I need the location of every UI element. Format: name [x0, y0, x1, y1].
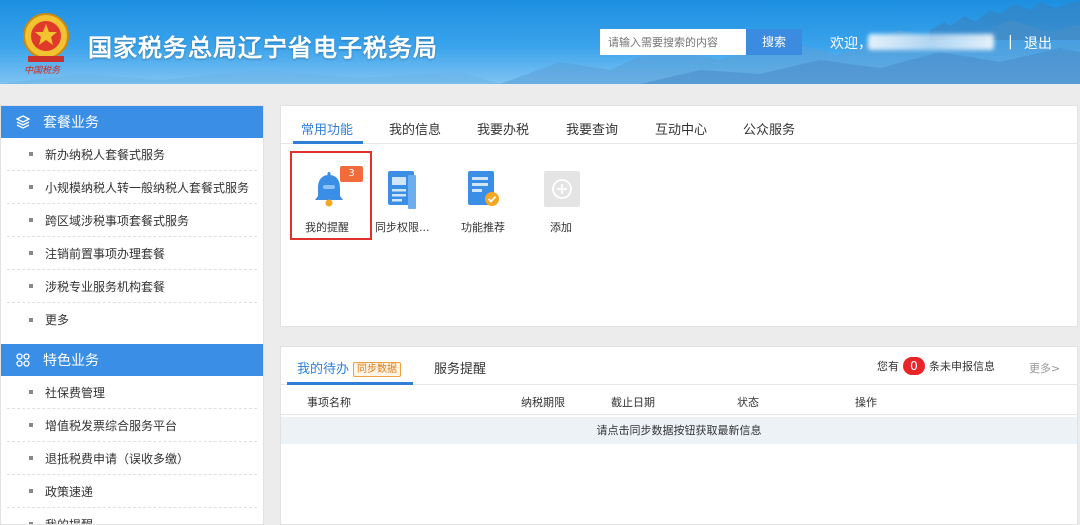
sidebar-item-label: 增值税发票综合服务平台 — [45, 418, 178, 433]
sidebar-item[interactable]: 我的提醒 — [7, 508, 257, 525]
site-title: 国家税务总局辽宁省电子税务局 — [88, 34, 438, 62]
tab-interaction-center[interactable]: 互动中心 — [655, 119, 707, 138]
function-label: 我的提醒 — [305, 221, 349, 234]
sidebar-item[interactable]: 增值税发票综合服务平台 — [7, 409, 257, 442]
document-icon — [388, 171, 416, 209]
active-tab-indicator — [293, 141, 363, 144]
bullet-icon — [29, 218, 33, 222]
search-input[interactable] — [600, 29, 746, 55]
reminder-count-badge: 3 — [340, 166, 363, 182]
bullet-icon — [29, 185, 33, 189]
tab-my-todo[interactable]: 我的待办 同步数据 — [297, 358, 402, 377]
tab-public-service[interactable]: 公众服务 — [743, 119, 795, 138]
sidebar-section-title: 套餐业务 — [43, 115, 99, 131]
bullet-icon — [29, 284, 33, 288]
sidebar-item-label: 跨区域涉税事项套餐式服务 — [45, 213, 190, 228]
function-label: 同步权限... — [375, 221, 430, 234]
sidebar-item-label: 社保费管理 — [45, 385, 106, 400]
sidebar-item-label: 政策速递 — [45, 484, 94, 499]
sync-data-button[interactable]: 同步数据 — [353, 362, 402, 377]
column-header-deadline: 截止日期 — [611, 396, 655, 409]
todo-empty-message: 请点击同步数据按钮获取最新信息 — [281, 417, 1077, 444]
notice-suffix: 条未申报信息 — [929, 360, 995, 373]
tab-my-info[interactable]: 我的信息 — [389, 119, 441, 138]
sidebar-item-label: 注销前置事项办理套餐 — [45, 246, 166, 261]
todo-table-header: 事项名称 纳税期限 截止日期 状态 操作 — [281, 387, 1077, 415]
tab-query[interactable]: 我要查询 — [566, 119, 618, 138]
main-tab-bar: 常用功能 我的信息 我要办税 我要查询 互动中心 公众服务 — [281, 106, 1077, 144]
svg-text:中国税务: 中国税务 — [24, 65, 61, 76]
todo-panel: 我的待办 同步数据 服务提醒 您有 0 条未申报信息 更多> 事项名称 纳税期限 截止… — [280, 346, 1078, 525]
column-header-period: 纳税期限 — [521, 396, 565, 409]
sidebar-item[interactable]: 新办纳税人套餐式服务 — [7, 138, 257, 171]
sidebar-item[interactable]: 政策速递 — [7, 475, 257, 508]
function-label: 添加 — [550, 221, 572, 234]
bullet-icon — [29, 317, 33, 322]
sidebar-item-label: 新办纳税人套餐式服务 — [45, 147, 166, 162]
recommend-icon — [468, 171, 499, 206]
grid-icon — [15, 352, 31, 368]
sidebar-item[interactable]: 跨区域涉税事项套餐式服务 — [7, 204, 257, 237]
bullet-icon — [29, 152, 33, 156]
welcome-text: 欢迎， — [830, 36, 872, 52]
bullet-icon — [29, 390, 33, 394]
tab-service-reminder[interactable]: 服务提醒 — [434, 358, 486, 377]
column-header-action: 操作 — [855, 396, 877, 409]
sidebar-item[interactable]: 社保费管理 — [7, 376, 257, 409]
logout-link[interactable]: 退出 — [1024, 33, 1052, 53]
tab-label: 我的待办 — [297, 362, 350, 377]
function-add[interactable]: 添加 — [540, 167, 584, 237]
sidebar-item[interactable]: 小规模纳税人转一般纳税人套餐式服务 — [7, 171, 257, 204]
sidebar-item-label: 我的提醒 — [45, 517, 94, 525]
active-tab-indicator — [287, 382, 413, 385]
bullet-icon — [29, 251, 33, 255]
sidebar-item[interactable]: 退抵税费申请（误收多缴） — [7, 442, 257, 475]
sidebar-item-label: 更多 — [45, 313, 70, 327]
sidebar-item-more[interactable]: 更多 — [7, 303, 257, 336]
tab-common-functions[interactable]: 常用功能 — [301, 119, 353, 138]
sidebar: 套餐业务 新办纳税人套餐式服务 小规模纳税人转一般纳税人套餐式服务 跨区域涉税事… — [0, 105, 264, 525]
sidebar-section-special[interactable]: 特色业务 — [1, 344, 263, 376]
sidebar-item-label: 涉税专业服务机构套餐 — [45, 279, 166, 294]
todo-tab-bar: 我的待办 同步数据 服务提醒 您有 0 条未申报信息 更多> — [281, 347, 1077, 385]
search-button[interactable]: 搜索 — [746, 29, 802, 55]
function-label: 功能推荐 — [461, 221, 505, 234]
sidebar-item[interactable]: 注销前置事项办理套餐 — [7, 237, 257, 270]
notice-prefix: 您有 — [877, 360, 899, 373]
bullet-icon — [29, 456, 33, 460]
unreported-count-badge: 0 — [903, 357, 925, 375]
unreported-notice: 您有 0 条未申报信息 — [877, 357, 995, 375]
bullet-icon — [29, 489, 33, 493]
plus-icon — [544, 171, 580, 207]
sidebar-item-label: 小规模纳税人转一般纳税人套餐式服务 — [45, 180, 250, 195]
column-header-status: 状态 — [737, 396, 759, 409]
sidebar-section-package[interactable]: 套餐业务 — [1, 106, 263, 138]
sidebar-section-title: 特色业务 — [43, 353, 99, 369]
bullet-icon — [29, 423, 33, 427]
column-header-item: 事项名称 — [307, 396, 351, 409]
header-separator: | — [1008, 34, 1013, 50]
more-link[interactable]: 更多> — [1029, 360, 1060, 376]
function-sync-permission[interactable]: 同步权限... — [374, 167, 434, 237]
tax-emblem-logo: 中国税务 — [23, 13, 69, 76]
tab-handle-tax[interactable]: 我要办税 — [477, 119, 529, 138]
layers-icon — [15, 114, 31, 130]
sidebar-item-label: 退抵税费申请（误收多缴） — [45, 451, 190, 466]
function-recommend[interactable]: 功能推荐 — [458, 167, 518, 237]
site-header: 中国税务 国家税务总局辽宁省电子税务局 搜索 欢迎， | 退出 — [0, 0, 1080, 84]
user-name-redacted — [868, 34, 994, 50]
sidebar-item[interactable]: 涉税专业服务机构套餐 — [7, 270, 257, 303]
